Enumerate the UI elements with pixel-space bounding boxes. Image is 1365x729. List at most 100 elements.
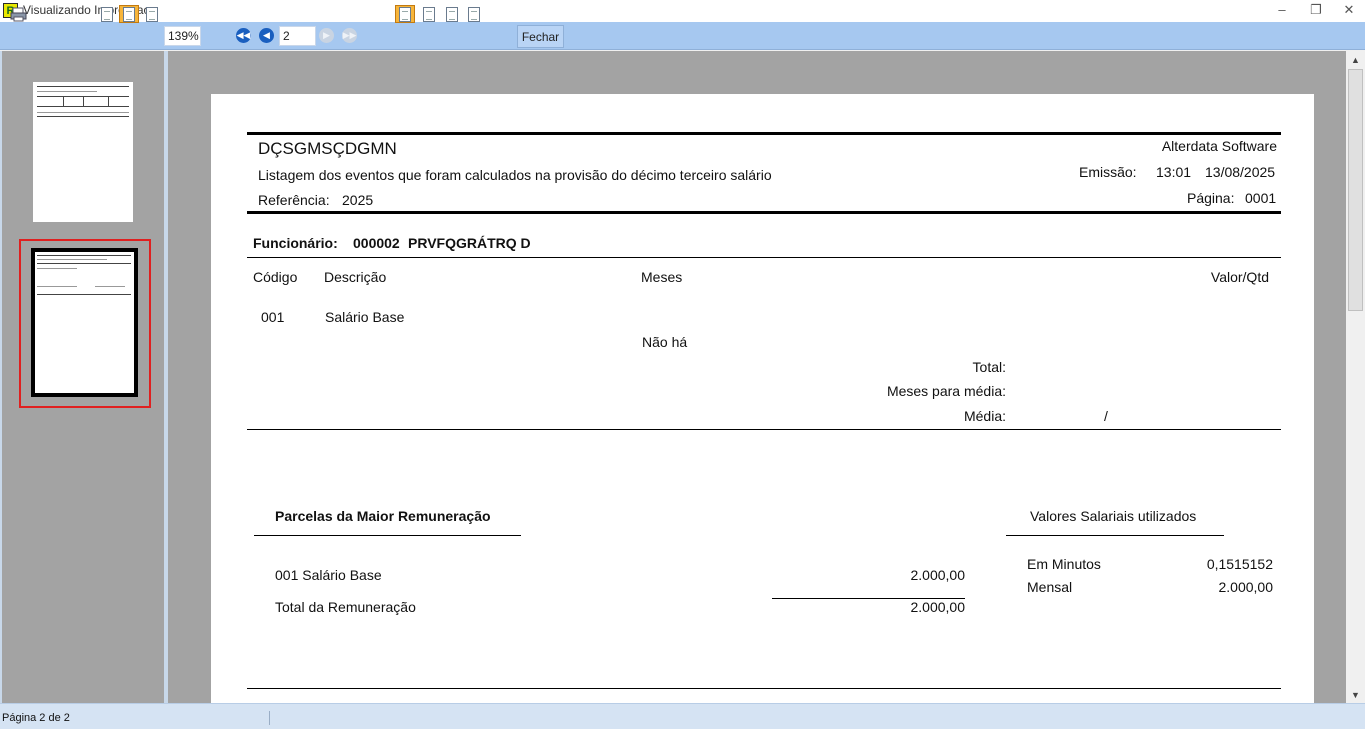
close-window-button[interactable]: ✕ xyxy=(1338,2,1360,18)
single-page-view-button[interactable] xyxy=(98,5,116,23)
last-page-button[interactable]: ▶▶ xyxy=(342,28,357,43)
multi-page-layout-button[interactable] xyxy=(465,5,483,23)
minutes-label: Em Minutos xyxy=(1027,556,1101,572)
thumb-line xyxy=(37,255,131,256)
one-page-layout-button[interactable] xyxy=(395,5,415,23)
thumb-line xyxy=(37,91,97,92)
page-value: 0001 xyxy=(1245,190,1277,206)
employee-code: 000002 xyxy=(353,235,400,251)
column-code: Código xyxy=(253,269,298,285)
thumb-line xyxy=(83,96,84,106)
total-label: Total: xyxy=(972,359,1006,375)
page-number-input[interactable]: 2 xyxy=(279,26,316,46)
months-average-label: Meses para média: xyxy=(886,383,1006,399)
reference-label: Referência: xyxy=(258,192,330,208)
page-label: Página: xyxy=(1187,190,1235,206)
scroll-down-icon[interactable]: ▼ xyxy=(1346,686,1365,703)
column-months: Meses xyxy=(641,269,683,285)
thumb-line xyxy=(37,294,131,295)
two-pages-layout-button[interactable] xyxy=(420,5,438,23)
column-description: Descrição xyxy=(324,269,387,285)
previous-page-button[interactable]: ◀ xyxy=(259,28,274,43)
salary-values-rule xyxy=(1006,535,1224,536)
thumbnail-panel xyxy=(0,51,168,703)
thumb-line xyxy=(37,263,131,264)
scrollbar-thumb[interactable] xyxy=(1348,69,1363,311)
next-page-icon: ▶ xyxy=(323,30,330,40)
page-width-icon xyxy=(123,6,135,22)
event-section-rule xyxy=(247,429,1281,430)
monthly-label: Mensal xyxy=(1027,579,1073,595)
parcel-item-value: 2.000,00 xyxy=(910,567,966,583)
thumb-line xyxy=(63,96,64,106)
event-code: 001 xyxy=(261,309,285,325)
salary-values-title: Valores Salariais utilizados xyxy=(1030,508,1197,524)
multi-page-icon xyxy=(468,6,480,22)
thumb-line xyxy=(37,86,129,87)
two-pages-icon xyxy=(423,6,435,22)
page-width-view-button[interactable] xyxy=(119,5,139,23)
monthly-value: 2.000,00 xyxy=(1218,579,1274,595)
facing-pages-icon xyxy=(446,6,458,22)
emission-date: 13/08/2025 xyxy=(1205,164,1276,180)
page-thumbnail-1[interactable] xyxy=(33,82,133,222)
next-page-button[interactable]: ▶ xyxy=(319,28,334,43)
report-subtitle: Listagem dos eventos que foram calculado… xyxy=(258,167,772,183)
minimize-button[interactable]: – xyxy=(1271,2,1293,18)
thumb-line xyxy=(37,286,77,287)
parcels-title: Parcelas da Maior Remuneração xyxy=(275,508,491,524)
thumb-line xyxy=(95,286,125,287)
parcel-item-label: 001 Salário Base xyxy=(275,567,382,583)
months-note: Não há xyxy=(642,334,688,350)
event-description: Salário Base xyxy=(325,309,405,325)
status-page-info: Página 2 de 2 xyxy=(2,712,70,724)
employee-rule xyxy=(247,257,1281,258)
zoom-field[interactable]: 139% xyxy=(164,26,201,46)
thumb-line xyxy=(37,259,107,260)
thumb-line xyxy=(37,106,129,107)
status-bar: Página 2 de 2 xyxy=(0,703,1365,729)
emission-time: 13:01 xyxy=(1156,164,1192,180)
last-page-icon: ▶▶ xyxy=(342,30,357,40)
thumb-line xyxy=(37,268,77,269)
vertical-scrollbar[interactable]: ▲ ▼ xyxy=(1346,51,1365,703)
whole-page-view-button[interactable] xyxy=(143,5,161,23)
minutes-value: 0,1515152 xyxy=(1206,556,1273,572)
employee-label: Funcionário: xyxy=(253,235,338,251)
report-page: DÇSGMSÇDGMN Alterdata Software Listagem … xyxy=(211,94,1314,703)
average-label: Média: xyxy=(963,408,1006,424)
emission-label: Emissão: xyxy=(1079,164,1137,180)
header-top-rule xyxy=(247,132,1281,135)
column-value: Valor/Qtd xyxy=(1210,269,1269,285)
close-preview-button[interactable]: Fechar xyxy=(517,25,564,48)
print-button[interactable] xyxy=(9,5,27,23)
company-name: DÇSGMSÇDGMN xyxy=(258,139,397,158)
software-name: Alterdata Software xyxy=(1161,138,1277,154)
reference-value: 2025 xyxy=(342,192,374,208)
printer-icon xyxy=(10,7,26,21)
first-page-button[interactable]: ◀◀ xyxy=(236,28,251,43)
scroll-up-icon[interactable]: ▲ xyxy=(1346,51,1365,68)
page-bottom-rule xyxy=(247,688,1281,689)
title-bar: R Visualizando Impressao – ❐ ✕ xyxy=(0,0,1365,22)
employee-name: PRVFQGRÁTRQ D xyxy=(408,235,531,251)
previous-page-icon: ◀ xyxy=(263,30,270,40)
whole-page-icon xyxy=(146,6,158,22)
page-thumbnail-2[interactable] xyxy=(31,248,138,397)
facing-pages-layout-button[interactable] xyxy=(443,5,461,23)
parcel-total-label: Total da Remuneração xyxy=(275,599,416,615)
selected-thumbnail-frame xyxy=(19,239,151,408)
header-bottom-rule xyxy=(247,211,1281,214)
thumb-line xyxy=(108,96,109,106)
page-icon xyxy=(101,6,113,22)
status-separator xyxy=(269,711,270,725)
parcels-title-rule xyxy=(254,535,521,536)
parcel-total-value: 2.000,00 xyxy=(910,599,966,615)
one-page-icon xyxy=(399,6,411,22)
thumb-line xyxy=(37,112,129,113)
restore-button[interactable]: ❐ xyxy=(1305,2,1327,18)
thumb-line xyxy=(37,116,129,117)
average-separator: / xyxy=(1104,408,1108,424)
toolbar xyxy=(0,22,1365,50)
first-page-icon: ◀◀ xyxy=(236,30,251,40)
